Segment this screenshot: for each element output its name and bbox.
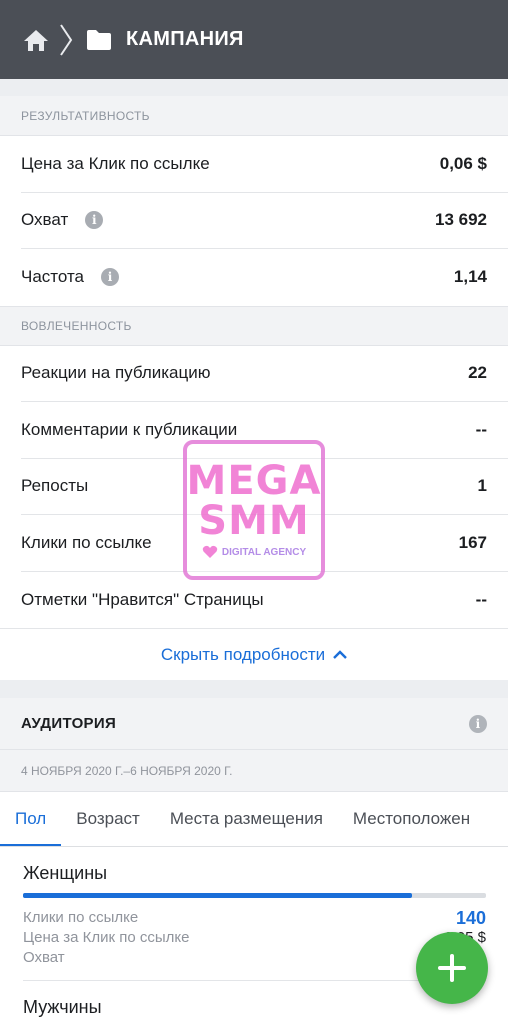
plus-icon (438, 954, 466, 982)
metric-label: Цена за Клик по ссылке (21, 153, 210, 173)
metric-value: -- (475, 419, 487, 439)
info-icon[interactable]: i (101, 268, 120, 287)
group-title-men: Мужчины (23, 997, 102, 1017)
watermark-line2: SMM (198, 498, 310, 544)
metric-value: 1 (477, 476, 487, 496)
metric-value: -- (475, 589, 487, 609)
chevron-up-icon (333, 649, 347, 659)
audience-tabs: Пол Возраст Места размещения Местоположе… (0, 792, 508, 847)
metric-row: Частота i 1,14 (21, 249, 508, 306)
metric-label: Отметки "Нравится" Страницы (21, 589, 264, 609)
tab-gender[interactable]: Пол (0, 792, 62, 846)
hide-details-button[interactable]: Скрыть подробности (0, 628, 508, 680)
metric-row: Реакции на публикацию 22 (21, 346, 508, 402)
top-bar: КАМПАНИЯ (0, 0, 508, 79)
metric-value: 0,06 $ (439, 153, 487, 173)
heart-icon (202, 545, 218, 558)
watermark-logo: MEGA SMM DIGITAL AGENCY (183, 440, 325, 580)
metric-value: 167 (458, 532, 487, 552)
metric-label: Клики по ссылке (21, 532, 152, 552)
section-header-engagement: ВОВЛЕЧЕННОСТЬ (0, 305, 508, 346)
metric-row: Цена за Клик по ссылке 0,06 $ (21, 136, 508, 193)
add-button[interactable] (416, 932, 488, 1004)
info-icon[interactable]: i (469, 714, 487, 733)
hide-details-label: Скрыть подробности (160, 644, 326, 664)
group-title-women: Женщины (23, 863, 108, 883)
progress-bar-women (23, 893, 486, 898)
metric-label: Охват (21, 210, 69, 230)
metric-label: Реакции на публикацию (21, 363, 211, 383)
date-range: 4 НОЯБРЯ 2020 Г.–6 НОЯБРЯ 2020 Г. (0, 750, 508, 792)
page-title: КАМПАНИЯ (126, 28, 244, 50)
metric-label: Клики по ссылке (23, 909, 139, 926)
metric-label: Цена за Клик по ссылке (23, 929, 190, 946)
metric-label: Частота (21, 267, 85, 287)
metric-label: Охват (23, 949, 65, 966)
home-icon[interactable] (22, 26, 50, 54)
metric-label: Репосты (21, 476, 89, 496)
tab-age[interactable]: Возраст (61, 792, 155, 846)
metric-label: Комментарии к публикации (21, 419, 238, 439)
metric-value: 13 692 (435, 210, 487, 230)
metric-value: 140 (455, 908, 486, 928)
info-icon[interactable]: i (85, 211, 104, 230)
section-header-performance: РЕЗУЛЬТАТИВНОСТЬ (0, 96, 508, 136)
audience-header: АУДИТОРИЯ i (0, 698, 508, 750)
audience-title: АУДИТОРИЯ (21, 715, 117, 732)
watermark-sub: DIGITAL AGENCY (221, 546, 307, 558)
chevron-right-icon (60, 23, 73, 56)
watermark-line1: MEGA (186, 458, 322, 504)
tab-location[interactable]: Местоположен (338, 792, 485, 846)
metric-row: Охват i 13 692 (21, 193, 508, 249)
performance-list: Цена за Клик по ссылке 0,06 $ Охват i 13 … (0, 136, 508, 306)
metric-row: Цена за Клик по ссылке 0,05 $ (23, 928, 486, 948)
progress-fill (23, 893, 412, 898)
folder-icon (87, 29, 111, 50)
tab-placements[interactable]: Места размещения (155, 792, 338, 846)
metric-value: 22 (468, 363, 487, 383)
metric-value: 1,14 (453, 267, 487, 287)
metric-row: Клики по ссылке 140 (23, 908, 486, 928)
